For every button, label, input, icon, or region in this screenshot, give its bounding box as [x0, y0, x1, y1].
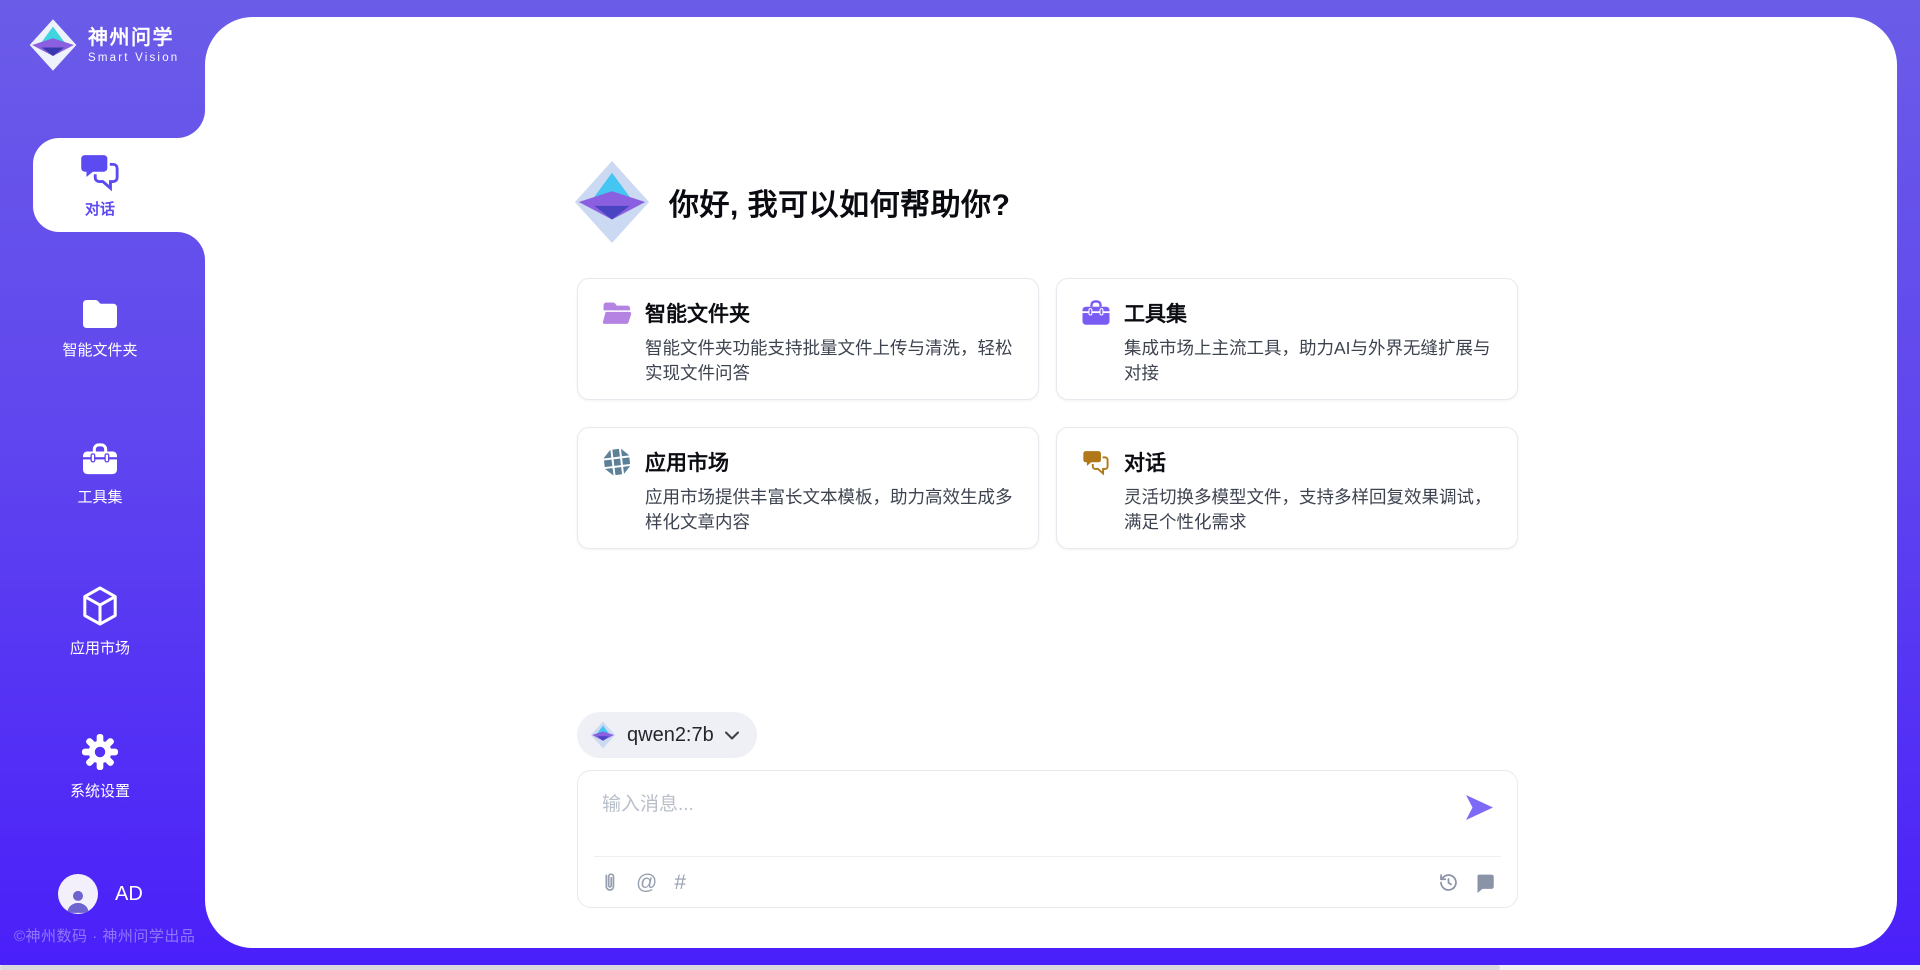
person-icon	[64, 886, 92, 914]
avatar	[58, 874, 98, 914]
model-name: qwen2:7b	[627, 724, 714, 747]
composer-toolbar: @ #	[600, 857, 1495, 908]
folder-icon	[81, 298, 119, 330]
card-title: 工具集	[1124, 298, 1187, 328]
sidebar-item-smart-folder[interactable]: 智能文件夹	[0, 298, 200, 360]
brand: 神州问学 Smart Vision	[28, 18, 179, 72]
model-selector[interactable]: qwen2:7b	[577, 712, 757, 758]
card-smart-folder[interactable]: 智能文件夹 智能文件夹功能支持批量文件上传与清洗，轻松实现文件问答	[577, 278, 1039, 400]
card-app-market[interactable]: 应用市场 应用市场提供丰富长文本模板，助力高效生成多样化文章内容	[577, 427, 1039, 549]
gear-icon	[81, 733, 119, 771]
chat-bubble-icon	[1475, 873, 1495, 893]
main-panel: 你好, 我可以如何帮助你? 智能文件夹 智能文件夹功能支持批量文件上传与清洗，轻…	[205, 17, 1897, 948]
card-description: 集成市场上主流工具，助力AI与外界无缝扩展与对接	[1124, 336, 1493, 387]
chevron-down-icon	[725, 731, 739, 740]
model-logo-icon	[590, 721, 616, 749]
attach-file-button[interactable]	[600, 871, 619, 894]
greeting: 你好, 我可以如何帮助你?	[573, 159, 1011, 245]
grid-icon	[602, 447, 632, 477]
folder-open-icon	[602, 298, 632, 328]
card-chat[interactable]: 对话 灵活切换多模型文件，支持多样回复效果调试，满足个性化需求	[1056, 427, 1518, 549]
user-profile[interactable]: AD	[58, 874, 143, 914]
toolbox-icon	[1081, 298, 1111, 328]
paperclip-icon	[600, 871, 619, 894]
sidebar-item-label: 智能文件夹	[62, 339, 137, 360]
hashtag-button[interactable]: #	[674, 872, 686, 893]
card-toolset[interactable]: 工具集 集成市场上主流工具，助力AI与外界无缝扩展与对接	[1056, 278, 1518, 400]
card-head: 工具集	[1081, 298, 1493, 328]
active-tab-fillet-top	[177, 110, 205, 138]
card-description: 应用市场提供丰富长文本模板，助力高效生成多样化文章内容	[645, 485, 1014, 536]
user-name: AD	[115, 883, 143, 906]
sidebar-item-toolset[interactable]: 工具集	[0, 443, 200, 507]
greeting-title: 你好, 我可以如何帮助你?	[669, 180, 1011, 224]
sidebar-item-label: 对话	[85, 198, 115, 219]
card-title: 智能文件夹	[645, 298, 750, 328]
sidebar-item-app-market[interactable]: 应用市场	[0, 586, 200, 658]
card-description: 智能文件夹功能支持批量文件上传与清洗，轻松实现文件问答	[645, 336, 1014, 387]
card-description: 灵活切换多模型文件，支持多样回复效果调试，满足个性化需求	[1124, 485, 1493, 536]
hash-icon: #	[674, 872, 686, 893]
toolbox-icon	[81, 443, 119, 477]
sidebar: 神州问学 Smart Vision 对话 智能文件夹 工具集 应用市场	[0, 0, 205, 970]
content-column: 你好, 我可以如何帮助你? 智能文件夹 智能文件夹功能支持批量文件上传与清洗，轻…	[577, 17, 1518, 948]
sidebar-item-settings[interactable]: 系统设置	[0, 733, 200, 801]
card-head: 对话	[1081, 447, 1493, 477]
sidebar-item-label: 工具集	[77, 486, 122, 507]
send-icon	[1465, 795, 1493, 820]
brand-subtitle: Smart Vision	[88, 52, 179, 64]
history-button[interactable]	[1438, 872, 1459, 893]
composer: @ #	[577, 770, 1518, 908]
sidebar-item-label: 应用市场	[70, 637, 130, 658]
quick-cards: 智能文件夹 智能文件夹功能支持批量文件上传与清洗，轻松实现文件问答	[577, 278, 1518, 549]
app-logo-icon	[573, 159, 651, 245]
chat-icon	[1081, 447, 1111, 477]
brand-name: 神州问学	[88, 27, 179, 49]
cube-icon	[81, 586, 119, 628]
active-tab-fillet-bottom	[177, 232, 205, 260]
sidebar-footer: ©神州数码 · 神州问学出品	[14, 925, 195, 946]
send-button[interactable]	[1465, 795, 1497, 823]
sidebar-item-label: 系统设置	[70, 780, 130, 801]
chat-mode-button[interactable]	[1475, 873, 1495, 893]
card-head: 应用市场	[602, 447, 1014, 477]
mention-button[interactable]: @	[636, 872, 657, 893]
chat-icon	[78, 152, 122, 192]
at-icon: @	[636, 872, 657, 893]
history-icon	[1438, 872, 1459, 893]
horizontal-scrollbar[interactable]	[0, 965, 1920, 970]
card-title: 应用市场	[645, 447, 729, 477]
toolbar-right	[1438, 872, 1495, 893]
card-title: 对话	[1124, 447, 1166, 477]
card-head: 智能文件夹	[602, 298, 1014, 328]
scrollbar-thumb[interactable]	[0, 965, 1500, 970]
sidebar-item-chat[interactable]: 对话	[33, 138, 205, 232]
message-input[interactable]	[600, 787, 1430, 845]
brand-logo-icon	[28, 18, 78, 72]
